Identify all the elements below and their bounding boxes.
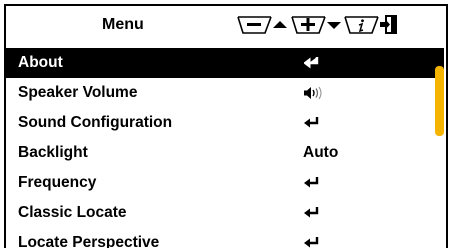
enter-icon — [304, 116, 320, 134]
plus-down-button[interactable] — [291, 14, 343, 36]
menu-item-label: Frequency — [18, 174, 97, 191]
menu-header: Menu — [6, 6, 446, 46]
info-button[interactable] — [344, 14, 382, 36]
menu-item-label: About — [18, 54, 63, 71]
menu-item-classic-locate[interactable]: Classic Locate — [6, 198, 446, 228]
enter-icon — [303, 56, 320, 74]
scrollbar-thumb[interactable] — [435, 66, 444, 136]
menu-title: Menu — [102, 16, 144, 33]
menu-item-about[interactable]: About — [6, 48, 444, 78]
menu-list: About Speaker Volume Sound Configuration… — [6, 48, 446, 248]
info-icon — [344, 16, 379, 34]
enter-icon — [304, 176, 320, 194]
enter-icon — [304, 236, 320, 248]
exit-icon — [380, 15, 397, 34]
menu-item-label: Locate Perspective — [18, 234, 160, 248]
plus-icon — [291, 16, 341, 34]
enter-icon — [304, 206, 320, 224]
menu-item-sound-configuration[interactable]: Sound Configuration — [6, 108, 446, 138]
menu-item-frequency[interactable]: Frequency — [6, 168, 446, 198]
menu-item-label: Sound Configuration — [18, 114, 173, 131]
menu-item-label: Speaker Volume — [18, 84, 138, 101]
up-arrow-icon — [273, 21, 287, 28]
menu-item-label: Classic Locate — [18, 204, 127, 221]
menu-item-locate-perspective[interactable]: Locate Perspective — [6, 228, 446, 248]
speaker-icon — [304, 86, 324, 105]
exit-button[interactable] — [378, 14, 398, 36]
menu-item-value: Auto — [303, 144, 339, 161]
menu-item-label: Backlight — [18, 144, 88, 161]
menu-item-backlight[interactable]: Backlight Auto — [6, 138, 446, 168]
minus-icon — [237, 16, 287, 34]
minus-up-button[interactable] — [237, 14, 289, 36]
down-arrow-icon — [327, 22, 341, 29]
menu-window: Menu About Speaker Volume Sound Configur… — [4, 4, 448, 248]
menu-item-speaker-volume[interactable]: Speaker Volume — [6, 78, 446, 108]
